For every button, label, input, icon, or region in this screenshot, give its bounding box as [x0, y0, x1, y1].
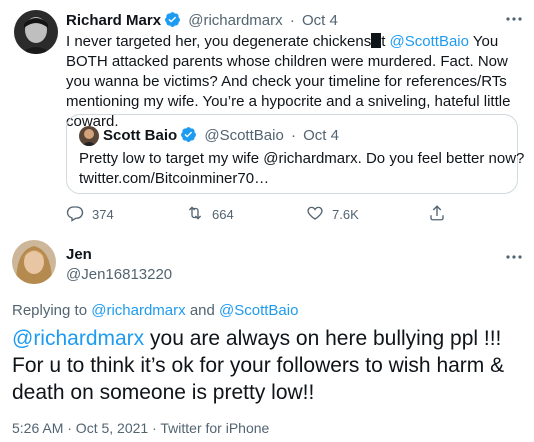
- verified-icon: [164, 11, 181, 32]
- more-options-icon[interactable]: [506, 12, 522, 24]
- quote-verified-icon: [180, 126, 197, 147]
- reply-avatar[interactable]: [12, 240, 56, 284]
- retweet-action[interactable]: 664: [186, 204, 234, 225]
- replying-to-user2[interactable]: @ScottBaio: [219, 302, 298, 319]
- reply-mention[interactable]: @richardmarx: [12, 327, 144, 350]
- separator-dot: ·: [289, 12, 295, 29]
- retweet-icon: [186, 204, 212, 225]
- replying-to-label: Replying to: [12, 302, 88, 319]
- like-action[interactable]: 7.6K: [306, 204, 359, 225]
- quote-text-line2: twitter.com/Bitcoinminer70…: [79, 170, 270, 187]
- reply-author-name[interactable]: Jen: [66, 246, 92, 263]
- quote-header: Scott Baio @ScottBaio · Oct 4: [103, 126, 339, 147]
- reply-icon: [66, 204, 92, 225]
- replying-to-and: and: [189, 302, 215, 319]
- redaction-block: [371, 33, 382, 48]
- tweet-header: Richard Marx @richardmarx · Oct 4: [66, 11, 338, 32]
- tweet-date[interactable]: Oct 4: [302, 12, 338, 29]
- retweet-count: 664: [212, 207, 234, 222]
- quote-avatar: [79, 126, 99, 146]
- heart-icon: [306, 204, 332, 225]
- replying-to-user1[interactable]: @richardmarx: [91, 302, 185, 319]
- like-count: 7.6K: [332, 207, 359, 222]
- quote-tweet[interactable]: Scott Baio @ScottBaio · Oct 4 Pretty low…: [66, 114, 524, 194]
- reply-text: @richardmarx you are always on here bull…: [12, 325, 524, 406]
- quote-separator-dot: ·: [290, 127, 296, 144]
- tweet-text-part2: t: [381, 33, 390, 50]
- tweet-text-part1: I never targeted her, you degenerate chi…: [66, 33, 372, 50]
- quote-author-name: Scott Baio: [103, 127, 178, 144]
- reply-more-options-icon[interactable]: [506, 250, 522, 262]
- reply-author-handle[interactable]: @Jen16813220: [66, 266, 172, 283]
- replying-to-line: Replying to @richardmarx and @ScottBaio: [12, 302, 298, 319]
- share-icon: [428, 204, 454, 225]
- quote-text-line1: Pretty low to target my wife @richardmar…: [79, 150, 525, 167]
- avatar[interactable]: [14, 10, 58, 54]
- reply-action[interactable]: 374: [66, 204, 114, 225]
- author-name[interactable]: Richard Marx: [66, 12, 161, 29]
- author-handle[interactable]: @richardmarx: [188, 12, 282, 29]
- tweet-mention[interactable]: @ScottBaio: [390, 33, 469, 50]
- reply-timestamp[interactable]: 5:26 AM · Oct 5, 2021 · Twitter for iPho…: [12, 420, 269, 436]
- share-action[interactable]: [428, 204, 454, 225]
- quote-author-handle: @ScottBaio: [204, 127, 284, 144]
- quote-date: Oct 4: [303, 127, 339, 144]
- reply-count: 374: [92, 207, 114, 222]
